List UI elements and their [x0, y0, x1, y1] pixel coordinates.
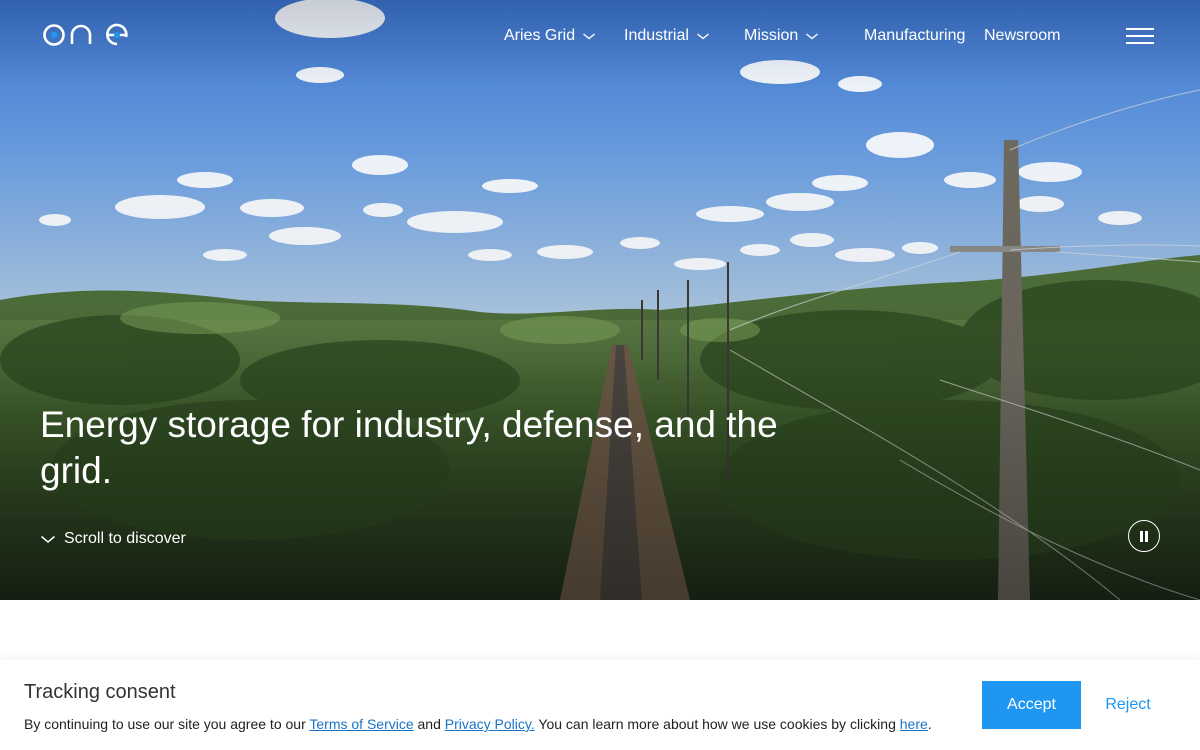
nav-item-industrial[interactable]: Industrial — [624, 27, 744, 45]
reject-button[interactable]: Reject — [1094, 681, 1162, 729]
nav-item-newsroom[interactable]: Newsroom — [984, 27, 1060, 45]
nav-item-label: Manufacturing — [864, 27, 966, 44]
hero-title: Energy storage for industry, defense, an… — [40, 404, 778, 491]
cookies-here-link[interactable]: here — [900, 716, 928, 732]
accept-button[interactable]: Accept — [982, 681, 1081, 729]
consent-text-part: and — [413, 716, 445, 732]
hero-section: Aries Grid Industrial Mission Manufactur… — [0, 0, 1200, 600]
nav-item-label: Aries Grid — [504, 27, 576, 44]
scroll-label: Scroll to discover — [64, 530, 186, 547]
consent-text: By continuing to use our site you agree … — [24, 716, 932, 732]
tracking-consent-banner: Tracking consent By continuing to use ou… — [0, 660, 1200, 750]
consent-text-part: By continuing to use our site you agree … — [24, 716, 310, 732]
nav-item-label: Mission — [744, 27, 799, 44]
consent-text-part: You can learn more about how we use cook… — [534, 716, 900, 732]
hamburger-icon — [1126, 35, 1154, 37]
chevron-down-icon — [583, 33, 596, 40]
privacy-policy-link[interactable]: Privacy Policy. — [445, 716, 535, 732]
chevron-down-icon — [806, 33, 819, 40]
main-nav: Aries Grid Industrial Mission Manufactur… — [504, 26, 1060, 46]
consent-title: Tracking consent — [24, 681, 176, 703]
nav-item-manufacturing[interactable]: Manufacturing — [864, 27, 984, 45]
consent-text-part: . — [927, 716, 932, 732]
terms-of-service-link[interactable]: Terms of Service — [309, 716, 413, 732]
video-pause-button[interactable] — [1128, 520, 1160, 552]
nav-item-aries-grid[interactable]: Aries Grid — [504, 27, 624, 45]
nav-item-mission[interactable]: Mission — [744, 27, 864, 45]
chevron-down-icon — [41, 535, 55, 543]
nav-item-label: Newsroom — [984, 27, 1061, 44]
nav-item-label: Industrial — [624, 27, 689, 44]
hero-background-image — [0, 0, 1200, 600]
pause-icon — [1145, 531, 1148, 542]
brand-logo[interactable] — [42, 22, 128, 48]
scroll-to-discover-link[interactable]: Scroll to discover — [40, 530, 186, 548]
hamburger-icon — [1126, 28, 1154, 30]
hamburger-icon — [1126, 42, 1154, 44]
pause-icon — [1140, 531, 1143, 542]
chevron-down-icon — [696, 33, 709, 40]
hamburger-menu-button[interactable] — [1124, 26, 1156, 46]
